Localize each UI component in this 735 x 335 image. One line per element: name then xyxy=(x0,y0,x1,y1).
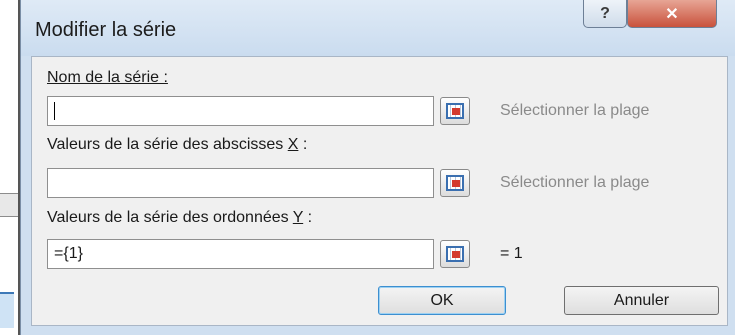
series-name-hint: Sélectionner la plage xyxy=(500,102,650,119)
edit-series-dialog: Modifier la série ? ✕ Nom de la série : … xyxy=(20,0,735,335)
help-button[interactable]: ? xyxy=(583,0,627,28)
select-range-icon xyxy=(446,246,464,262)
dialog-title: Modifier la série xyxy=(35,19,177,41)
x-values-label-key: X xyxy=(287,136,299,153)
series-name-input[interactable] xyxy=(47,96,434,126)
text-caret xyxy=(54,102,55,120)
background-fragment xyxy=(0,292,14,328)
y-values-label-prefix: Valeurs de la série des ordonnées xyxy=(47,209,293,226)
select-range-icon xyxy=(446,175,464,191)
close-button[interactable]: ✕ xyxy=(627,0,717,28)
dialog-body: Nom de la série : Sélectionner la plage … xyxy=(31,56,728,326)
y-values-value: ={1} xyxy=(54,245,83,262)
series-name-label: Nom de la série : xyxy=(47,69,168,87)
y-values-label-key: Y xyxy=(292,209,304,226)
ok-button[interactable]: OK xyxy=(378,286,506,315)
x-values-input[interactable] xyxy=(47,168,434,198)
y-values-input[interactable]: ={1} xyxy=(47,239,434,269)
y-values-range-button[interactable] xyxy=(440,240,470,268)
x-values-label: Valeurs de la série des abscisses X : xyxy=(47,136,307,154)
title-bar: Modifier la série ? ✕ xyxy=(21,0,735,56)
close-icon: ✕ xyxy=(665,5,679,23)
y-values-label: Valeurs de la série des ordonnées Y : xyxy=(47,209,312,227)
x-values-hint: Sélectionner la plage xyxy=(500,174,650,191)
x-values-label-prefix: Valeurs de la série des abscisses xyxy=(47,136,288,153)
series-name-range-button[interactable] xyxy=(440,97,470,125)
y-values-result: = 1 xyxy=(500,245,523,262)
background-cell xyxy=(0,193,18,217)
select-range-icon xyxy=(446,103,464,119)
series-name-label-text: Nom de la série : xyxy=(47,69,168,86)
cancel-button[interactable]: Annuler xyxy=(564,286,719,315)
y-values-label-suffix: : xyxy=(303,209,313,226)
x-values-range-button[interactable] xyxy=(440,169,470,197)
help-icon: ? xyxy=(600,4,610,22)
x-values-label-suffix: : xyxy=(298,136,308,153)
